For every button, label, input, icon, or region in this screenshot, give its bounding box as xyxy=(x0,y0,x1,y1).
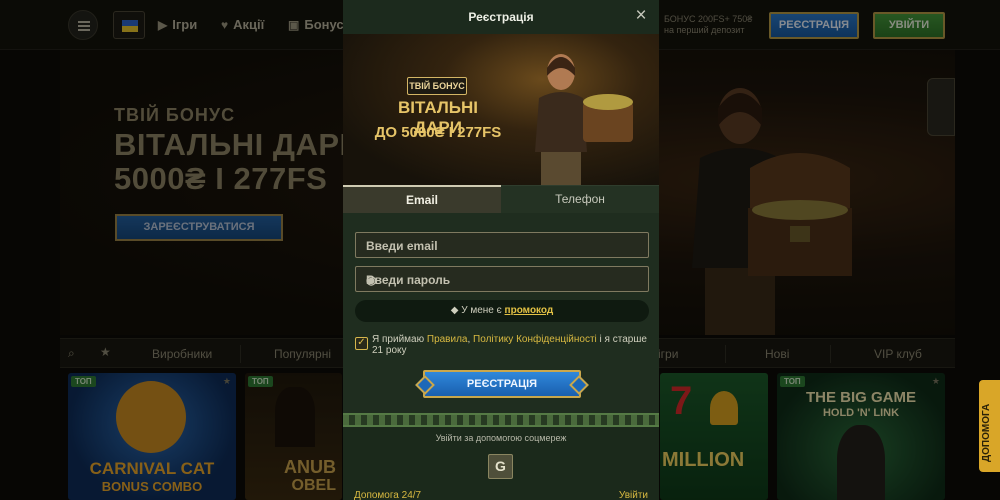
terms-text: Я приймаю Правила, Політику Конфіденційн… xyxy=(372,334,647,356)
email-input[interactable]: Введи email xyxy=(355,232,649,258)
bonus-banner: ТВІЙ БОНУС ВІТАЛЬНІ ДАРИ ДО 5000₴ І 277F… xyxy=(343,34,659,185)
bonus-badge: ТВІЙ БОНУС xyxy=(407,77,467,95)
modal-header: Реєстрація × xyxy=(343,0,659,34)
modal-title: Реєстрація xyxy=(468,10,534,24)
tab-phone[interactable]: Телефон xyxy=(501,185,659,213)
support-link[interactable]: Допомога 24/7 xyxy=(354,490,421,500)
promo-code-toggle[interactable]: ◆ У мене є промокод xyxy=(355,300,649,322)
tag-icon: ◆ xyxy=(450,305,462,316)
banner-amount: ДО 5000₴ І 277FS xyxy=(374,124,502,141)
eye-icon[interactable]: ◉ xyxy=(366,273,640,287)
close-icon[interactable]: × xyxy=(632,6,650,26)
terms-checkbox[interactable]: ✓ xyxy=(355,337,368,350)
rules-link[interactable]: Правила xyxy=(427,334,468,345)
registration-modal: Реєстрація × ТВІЙ БОНУС ВІТАЛЬНІ ДАРИ ДО… xyxy=(343,0,659,500)
registration-form: Введи email Введи пароль ◉ ◆ У мене є пр… xyxy=(343,213,659,413)
decorative-border xyxy=(343,413,659,427)
privacy-policy-link[interactable]: Політику Конфіденційності xyxy=(473,334,597,345)
promo-code-link[interactable]: промокод xyxy=(505,305,554,316)
adventurer-image xyxy=(535,54,633,185)
login-link[interactable]: Увійти xyxy=(619,490,648,500)
password-input[interactable]: Введи пароль ◉ xyxy=(355,266,649,292)
email-placeholder: Введи email xyxy=(366,239,438,253)
register-submit-button[interactable]: РЕЄСТРАЦІЯ xyxy=(423,370,581,398)
help-tab[interactable]: ДОПОМОГА xyxy=(979,380,1000,472)
tab-email[interactable]: Email xyxy=(343,185,501,213)
modal-footer: Увійти за допомогою соцмереж G Допомога … xyxy=(343,427,659,500)
social-login-label: Увійти за допомогою соцмереж xyxy=(435,433,567,443)
google-login-button[interactable]: G xyxy=(488,454,513,479)
registration-tabs: Email Телефон xyxy=(343,185,659,213)
